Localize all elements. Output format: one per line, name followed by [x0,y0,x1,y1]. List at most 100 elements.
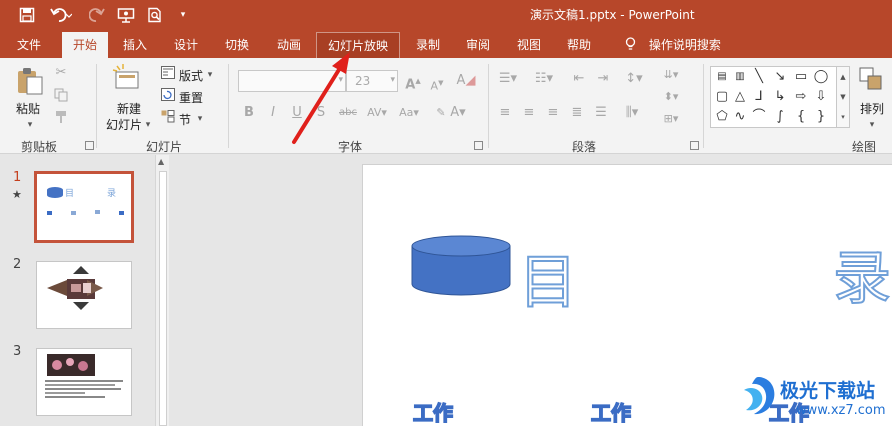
grow-font-icon[interactable]: A▲ [404,72,422,94]
section-icon[interactable] [160,110,176,129]
left-brace-shape-icon[interactable]: { [793,109,809,125]
right-arrow-shape-icon[interactable]: ⇨ [793,89,809,105]
oval-shape-icon[interactable]: ◯ [813,69,829,85]
heading-right-text[interactable]: 录 [832,248,892,308]
item-1-text[interactable]: 工作 [412,401,454,425]
redo-icon[interactable] [86,4,108,26]
rectangle-shape-icon[interactable]: ▭ [793,69,809,85]
shrink-font-icon[interactable]: A▼ [428,74,446,96]
freeform-shape-icon[interactable]: ⬠ [714,109,730,125]
paste-icon[interactable] [14,66,46,96]
tab-view[interactable]: 视图 [506,32,552,58]
rounded-rect-shape-icon[interactable]: ▢ [714,89,730,105]
reset-label[interactable]: 重置 [179,89,203,106]
layout-dropdown-icon[interactable]: ▾ [206,66,214,84]
new-slide-label-1[interactable]: 新建 [117,100,141,117]
increase-indent-icon[interactable]: ⇥ [594,70,612,88]
align-right-icon[interactable]: ≡ [544,104,562,122]
character-spacing-icon[interactable]: AV▾ [364,104,390,122]
paste-label[interactable]: 粘贴 [16,100,40,117]
new-slide-dropdown-icon[interactable]: ▾ [144,116,152,134]
heading-left-text[interactable]: 目 [518,252,578,312]
tab-design[interactable]: 设计 [163,32,209,58]
arrange-dropdown-icon[interactable]: ▾ [868,116,876,134]
textbox-shape-icon[interactable]: ▤ [714,69,730,85]
section-dropdown-icon[interactable]: ▾ [196,110,204,128]
arrange-icon[interactable] [858,66,884,94]
bullets-icon[interactable]: ☰▾ [496,70,520,88]
curve-shape-icon[interactable]: ∿ [732,109,748,125]
align-left-icon[interactable]: ≡ [496,104,514,122]
justify-icon[interactable]: ≣ [568,104,586,122]
slide-thumbnail-2[interactable] [36,261,132,329]
shapes-gallery[interactable]: ▤ ▥ ╲ ↘ ▭ ◯ ▢ △ ⅃ ↳ ⇨ ⇩ ⬠ ∿ ⌒ ∫ { } [710,66,838,128]
paste-dropdown-icon[interactable]: ▾ [26,116,34,134]
shapes-gallery-scrollbar[interactable]: ▲ ▼ ▾ [836,66,850,128]
thumbnail-scrollbar[interactable]: ▲ [155,155,169,426]
tell-me-search[interactable]: 操作说明搜索 [616,32,728,58]
vertical-textbox-shape-icon[interactable]: ▥ [732,69,748,85]
arrow-line-shape-icon[interactable]: ↘ [772,69,788,85]
layout-icon[interactable] [160,66,176,85]
tab-home[interactable]: 开始 [62,32,108,58]
chevron-up-icon[interactable]: ▲ [158,157,164,166]
clipboard-launcher-icon[interactable] [85,141,94,150]
line-shape-icon[interactable]: ╲ [751,69,767,85]
highlight-icon[interactable]: ✎ [436,104,446,122]
new-slide-icon[interactable] [112,64,142,94]
chevron-down-icon[interactable]: ▼ [837,87,849,107]
tab-record[interactable]: 录制 [405,32,451,58]
scribble-shape-icon[interactable]: ∫ [772,109,788,125]
numbering-icon[interactable]: ☷▾ [532,70,556,88]
slide-thumbnail-1[interactable]: 目 录 [34,171,134,243]
paragraph-group-label: 段落 [572,140,597,154]
text-direction-icon[interactable]: ⇊▾ [658,66,684,84]
change-case-icon[interactable]: Aa▾ [396,104,422,122]
bold-icon[interactable]: B [242,104,256,122]
scrollbar-thumb[interactable] [159,171,167,426]
copy-icon[interactable] [52,88,70,108]
chevron-up-icon[interactable]: ▲ [837,67,849,87]
decrease-indent-icon[interactable]: ⇤ [570,70,588,88]
format-painter-icon[interactable] [52,110,70,130]
right-brace-shape-icon[interactable]: } [813,109,829,125]
smartart-icon[interactable]: ⊞▾ [658,110,684,128]
new-slide-label-2[interactable]: 幻灯片 [106,116,142,133]
tab-transitions[interactable]: 切换 [214,32,260,58]
arc-shape-icon[interactable]: ⌒ [751,109,767,125]
elbow-connector-shape-icon[interactable]: ⅃ [751,89,767,105]
customize-qat-icon[interactable]: ▾ [176,4,190,26]
font-color-icon[interactable]: A▾ [446,104,470,122]
cylinder-shape[interactable] [411,235,513,297]
font-launcher-icon[interactable] [474,141,483,150]
tab-insert[interactable]: 插入 [112,32,158,58]
paragraph-launcher-icon[interactable] [690,141,699,150]
item-2-text[interactable]: 工作 [590,401,632,425]
annotation-arrow [292,52,350,144]
drawing-group-label: 绘图 [852,140,877,154]
clear-formatting-icon[interactable]: A◢ [456,72,476,90]
print-preview-icon[interactable] [144,4,166,26]
italic-icon[interactable]: I [266,104,280,122]
elbow-arrow-shape-icon[interactable]: ↳ [772,89,788,105]
line-spacing-icon[interactable]: ↕▾ [622,70,646,88]
undo-icon[interactable] [46,4,76,26]
cut-icon[interactable]: ✂ [52,64,70,82]
gallery-more-icon[interactable]: ▾ [837,107,849,127]
layout-label[interactable]: 版式 [179,67,203,84]
tab-help[interactable]: 帮助 [556,32,602,58]
arrange-label[interactable]: 排列 [860,100,884,117]
columns-icon[interactable]: ⫼▾ [620,104,644,122]
slide-thumbnail-3[interactable] [36,348,132,416]
reset-icon[interactable] [160,88,176,107]
tab-file[interactable]: 文件 [6,32,52,58]
align-text-icon[interactable]: ⬍▾ [658,88,684,106]
save-icon[interactable] [14,4,40,26]
down-arrow-shape-icon[interactable]: ⇩ [813,89,829,105]
triangle-shape-icon[interactable]: △ [732,89,748,105]
tab-review[interactable]: 审阅 [455,32,501,58]
align-center-icon[interactable]: ≡ [520,104,538,122]
slideshow-from-start-icon[interactable] [114,4,138,26]
section-label[interactable]: 节 [179,111,191,128]
distributed-icon[interactable]: ☰ [592,104,610,122]
